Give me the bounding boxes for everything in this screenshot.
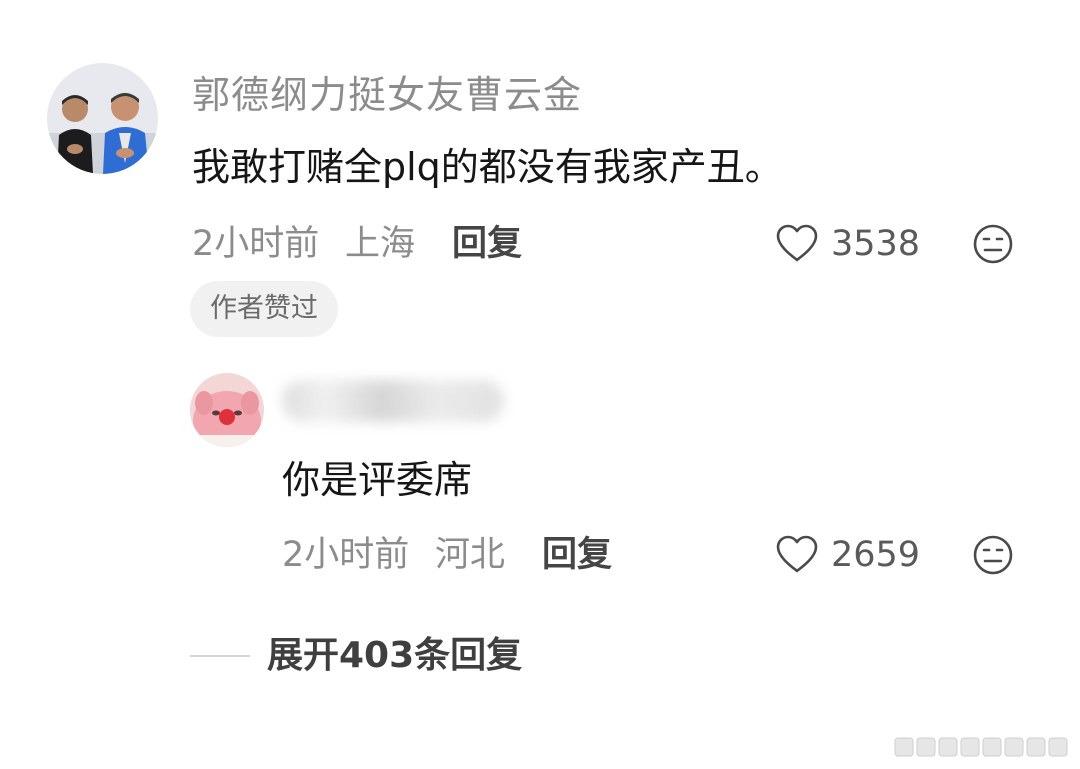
comment-reply-button[interactable]: 回复 [452, 221, 522, 267]
replier-avatar[interactable] [190, 373, 264, 447]
comment-dislike-button[interactable] [972, 223, 1014, 269]
meh-face-icon [973, 535, 1013, 575]
reply-like-button[interactable] [775, 534, 819, 578]
comment-like-button[interactable] [775, 223, 819, 267]
meh-face-icon [973, 224, 1013, 264]
heart-outline-icon [776, 535, 818, 573]
expand-replies-button[interactable]: 展开403条回复 [267, 632, 522, 680]
author-liked-badge: 作者赞过 [190, 281, 338, 337]
comment-location: 上海 [345, 224, 416, 264]
expand-divider [190, 655, 250, 657]
reply-reply-button[interactable]: 回复 [542, 532, 612, 578]
reply-timestamp: 2小时前 [282, 535, 410, 575]
watermark-image [893, 732, 1069, 760]
reply-dislike-button[interactable] [972, 534, 1014, 580]
reply-text: 你是评委席 [282, 458, 473, 502]
heart-outline-icon [776, 224, 818, 262]
comment-text: 我敢打赌全plq的都没有我家产丑。 [192, 145, 783, 189]
comment-like-count: 3538 [831, 224, 921, 264]
commenter-avatar[interactable] [47, 63, 158, 174]
reply-like-count: 2659 [831, 535, 921, 575]
replier-username-blurred[interactable] [282, 380, 504, 422]
reply-location: 河北 [435, 535, 506, 575]
comment-timestamp: 2小时前 [192, 224, 320, 264]
commenter-username[interactable]: 郭德纲力挺女友曹云金 [192, 70, 582, 120]
